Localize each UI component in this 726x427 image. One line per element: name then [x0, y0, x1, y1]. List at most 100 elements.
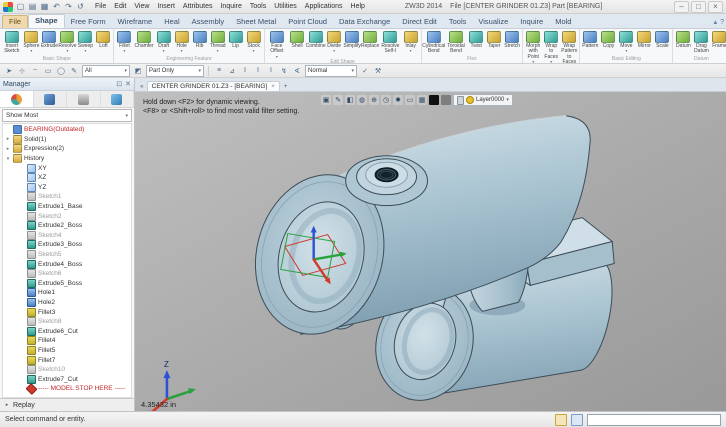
- tree-item-hole1[interactable]: Hole1: [3, 288, 131, 298]
- wrap-pattern-to-faces-button[interactable]: Wrap Pattern to Faces: [560, 30, 578, 64]
- menu-insert[interactable]: Insert: [153, 3, 179, 10]
- menu-applications[interactable]: Applications: [301, 3, 347, 10]
- taper-button[interactable]: Taper: [485, 30, 503, 49]
- tree-item-extrude5-boss[interactable]: Extrude5_Boss: [3, 279, 131, 289]
- wrap-to-faces-button[interactable]: Wrap to Faces▾: [542, 30, 560, 64]
- black-swatch[interactable]: [429, 95, 439, 105]
- paintbrush-icon[interactable]: ✎: [68, 65, 80, 77]
- tab-wireframe[interactable]: Wireframe: [112, 16, 159, 28]
- morph-with-point-button[interactable]: Morph with Point▾: [524, 30, 542, 64]
- tab-free-form[interactable]: Free Form: [65, 16, 112, 28]
- ibeam-icon[interactable]: I: [239, 65, 251, 77]
- visual-manager-tab[interactable]: [67, 91, 101, 107]
- web-manager-tab[interactable]: [101, 91, 135, 107]
- menu-attributes[interactable]: Attributes: [179, 3, 217, 10]
- tab-file[interactable]: File: [2, 15, 28, 28]
- replace-button[interactable]: Replace: [361, 30, 379, 49]
- resolve-self-i-button[interactable]: Resolve Self-I: [379, 30, 401, 55]
- twist-button[interactable]: Twist: [467, 30, 485, 49]
- tab-close-icon[interactable]: ×: [271, 84, 275, 90]
- snap-icon[interactable]: ⊕: [369, 95, 379, 105]
- expand-arrow-icon[interactable]: ▸: [5, 146, 11, 152]
- tab-data-exchange[interactable]: Data Exchange: [333, 16, 396, 28]
- layer-select[interactable]: Layer0000 ▾: [453, 94, 513, 106]
- hole-button[interactable]: Hole▾: [173, 30, 191, 53]
- tree-item-fillet3[interactable]: Fillet3: [3, 307, 131, 317]
- menu-help[interactable]: Help: [347, 3, 369, 10]
- tree-item-history[interactable]: ▾History: [3, 154, 131, 164]
- tab-point-cloud[interactable]: Point Cloud: [282, 16, 333, 28]
- monitor-icon[interactable]: ▭: [405, 95, 415, 105]
- italic-ibeam-icon[interactable]: I: [265, 65, 277, 77]
- tree-item-sketch2[interactable]: Sketch2: [3, 211, 131, 221]
- orbit-view-icon[interactable]: ◍: [357, 95, 367, 105]
- tree-item-sketch4[interactable]: Sketch4: [3, 231, 131, 241]
- regen-icon[interactable]: ↺: [76, 2, 85, 11]
- revolve-button[interactable]: Revolve▾: [58, 30, 76, 53]
- tree-item-sketch1[interactable]: Sketch1: [3, 192, 131, 202]
- minimize-ribbon-icon[interactable]: ▴: [714, 18, 718, 26]
- tab-inquire[interactable]: Inquire: [514, 16, 549, 28]
- macro-icon[interactable]: [555, 414, 567, 426]
- flash-icon[interactable]: ↯: [278, 65, 290, 77]
- open-file-icon[interactable]: ▤: [28, 2, 37, 11]
- tree-item-fillet7[interactable]: Fillet7: [3, 355, 131, 365]
- tree-item-extrude3-boss[interactable]: Extrude3_Boss: [3, 240, 131, 250]
- tree-item-extrude4-boss[interactable]: Extrude4_Boss: [3, 259, 131, 269]
- tree-item-extrude2-boss[interactable]: Extrude2_Boss: [3, 221, 131, 231]
- loft-button[interactable]: Loft: [94, 30, 112, 49]
- new-file-icon[interactable]: ▢: [16, 2, 25, 11]
- sphere-button[interactable]: Sphere▾: [22, 30, 40, 53]
- mirror-button[interactable]: Mirror: [635, 30, 653, 49]
- pick-arrow-icon[interactable]: ➤: [3, 65, 15, 77]
- toroidal-bend-button[interactable]: Toroidal Bend: [445, 30, 467, 55]
- tree-item-solid-1[interactable]: ▸Solid(1): [3, 135, 131, 145]
- viewport[interactable]: Z Hold down <F2> for dynamic viewing. <F…: [135, 92, 726, 411]
- drag-datum-button[interactable]: Drag Datum: [692, 30, 710, 55]
- tree-item-yz[interactable]: YZ: [3, 183, 131, 193]
- cylindrical-bend-button[interactable]: Cylindrical Bend: [423, 30, 445, 55]
- tree-item-sketch10[interactable]: Sketch10: [3, 365, 131, 375]
- pick-plus-icon[interactable]: ⊹: [16, 65, 28, 77]
- lip-button[interactable]: Lip: [227, 30, 245, 49]
- undo-icon[interactable]: ↶: [52, 2, 61, 11]
- tree-item-extrude6-cut[interactable]: Extrude6_Cut: [3, 326, 131, 336]
- datum-button[interactable]: Datum: [674, 30, 692, 49]
- tree-item-sketch5[interactable]: Sketch5: [3, 250, 131, 260]
- stretch-button[interactable]: Stretch: [503, 30, 521, 49]
- history-manager-tab[interactable]: [0, 91, 34, 107]
- divide-button[interactable]: Divide▾: [325, 30, 343, 53]
- palette-icon[interactable]: ◧: [345, 95, 355, 105]
- tab-sheet-metal[interactable]: Sheet Metal: [230, 16, 282, 28]
- display-filter-select[interactable]: Part Only ▾: [146, 65, 204, 77]
- chamfer-button[interactable]: Chamfer: [133, 30, 154, 49]
- roll-back-tab[interactable]: [34, 91, 68, 107]
- help-icon[interactable]: ?: [720, 19, 724, 26]
- view-mode-select[interactable]: Normal ▾: [305, 65, 357, 77]
- inlay-button[interactable]: Inlay▾: [402, 30, 420, 53]
- frame-button[interactable]: Frame: [710, 30, 726, 49]
- tree-item-expression-2[interactable]: ▸Expression(2): [3, 144, 131, 154]
- tree-filter-select[interactable]: Show Most ▾: [2, 109, 132, 122]
- tree-item-fillet5[interactable]: Fillet5: [3, 346, 131, 356]
- close-button[interactable]: ×: [708, 1, 723, 13]
- menu-view[interactable]: View: [130, 3, 153, 10]
- stock-button[interactable]: Stock▾: [245, 30, 263, 53]
- menu-tools[interactable]: Tools: [246, 3, 270, 10]
- calculator-icon[interactable]: [571, 414, 583, 426]
- clock-icon[interactable]: ◷: [381, 95, 391, 105]
- save-icon[interactable]: ▦: [40, 2, 49, 11]
- tab-direct-edit[interactable]: Direct Edit: [396, 16, 443, 28]
- pin-icon[interactable]: ⊡: [116, 80, 122, 88]
- tree-item-extrude7-cut[interactable]: Extrude7_Cut: [3, 374, 131, 384]
- menu-file[interactable]: File: [91, 3, 110, 10]
- expand-arrow-icon[interactable]: ▾: [5, 156, 11, 162]
- tree-item-fillet4[interactable]: Fillet4: [3, 336, 131, 346]
- move-button[interactable]: Move▾: [617, 30, 635, 53]
- tab-mold[interactable]: Mold: [549, 16, 577, 28]
- tree-item-xy[interactable]: XY: [3, 163, 131, 173]
- grid-icon[interactable]: ▦: [417, 95, 427, 105]
- align-icon[interactable]: ⊿: [226, 65, 238, 77]
- tab-heal[interactable]: Heal: [158, 16, 185, 28]
- simplify-button[interactable]: Simplify: [343, 30, 361, 49]
